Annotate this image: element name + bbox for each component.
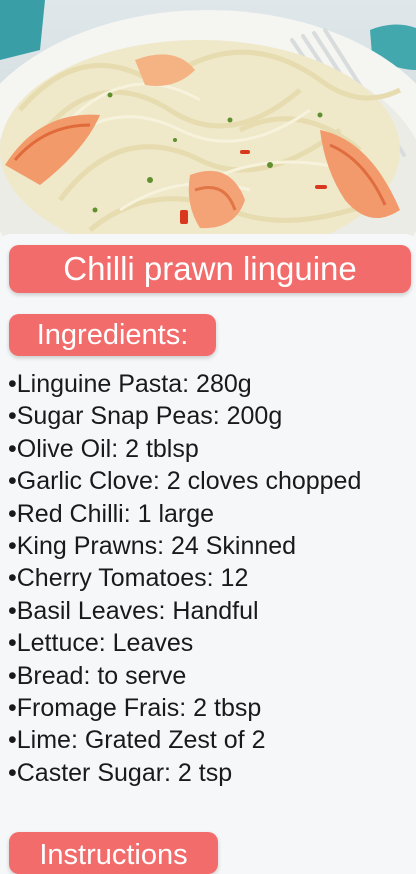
ingredient-item: •Lime: Grated Zest of 2 [8,726,266,755]
instructions-heading: Instructions [9,832,218,874]
ingredient-item: •Sugar Snap Peas: 200g [8,402,283,431]
ingredient-item: •Garlic Clove: 2 cloves chopped [8,467,362,496]
recipe-photo [0,0,416,250]
ingredient-item: •Olive Oil: 2 tblsp [8,434,199,463]
ingredient-item: •Red Chilli: 1 large [8,499,215,528]
recipe-title: Chilli prawn linguine [9,245,411,293]
ingredient-item: •Lettuce: Leaves [8,629,194,658]
ingredient-item: •Bread: to serve [8,661,187,690]
ingredient-item: •King Prawns: 24 Skinned [8,532,297,561]
ingredient-item: •Basil Leaves: Handful [8,596,259,625]
ingredient-item: •Caster Sugar: 2 tsp [8,758,233,787]
ingredient-item: •Fromage Frais: 2 tbsp [8,694,262,723]
ingredient-item: •Cherry Tomatoes: 12 [8,564,249,593]
ingredients-heading: Ingredients: [9,314,216,356]
ingredients-list: •Linguine Pasta: 280g •Sugar Snap Peas: … [8,368,361,789]
ingredient-item: •Linguine Pasta: 280g [8,370,252,398]
